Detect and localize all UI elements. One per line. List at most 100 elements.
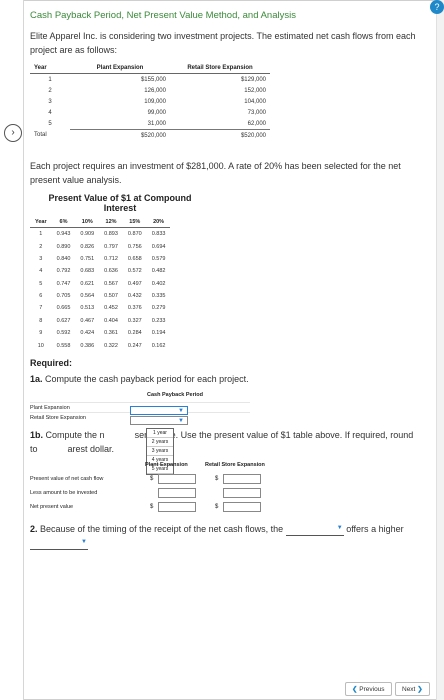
cashflow-cell: 62,000 (170, 118, 270, 130)
pv-cell: 0.361 (104, 330, 118, 337)
pv-cell: 0.840 (56, 255, 71, 262)
problem-content: Cash Payback Period, Net Present Value M… (30, 10, 430, 550)
pv-cell: 0.322 (104, 342, 118, 349)
cashflow-total-row: Total $520,000 $520,000 (30, 129, 270, 141)
cashflow-cell: 31,000 (70, 118, 170, 130)
pv-cell: 0.452 (104, 305, 118, 312)
pv-row: 1 0.943 0.909 0.893 0.870 0.833 (30, 228, 170, 241)
scrollbar[interactable] (436, 0, 444, 700)
pv-cell: 9 (39, 330, 43, 337)
npv-row-pv: Present value of net cash flow $ $ (30, 472, 320, 486)
pv-cell: 10 (37, 342, 44, 349)
npv-col-plant: Plant Expansion (145, 461, 188, 468)
intro-text: Elite Apparel Inc. is considering two in… (30, 31, 416, 55)
payback-header: Cash Payback Period (147, 391, 203, 398)
pv-cell: 0.890 (56, 243, 71, 250)
chevron-down-icon: ▼ (81, 538, 87, 545)
pv-cell: 0.247 (127, 342, 142, 349)
previous-button[interactable]: ❮ Previous (345, 682, 392, 696)
payback-plant-dropdown[interactable]: ▼ (130, 405, 188, 415)
pv-cell: 0.627 (56, 317, 71, 324)
pv-cell: 0.507 (104, 293, 118, 300)
question-1b: 1b. Compute the n sent value. Use the pre… (30, 429, 414, 454)
expand-chevron-right-icon[interactable]: › (4, 124, 22, 142)
pv-cell: 0.497 (127, 280, 142, 287)
pv-cell: 0.683 (80, 268, 95, 275)
pv-cell: 0.233 (151, 317, 166, 324)
plant-npv-input[interactable] (158, 501, 196, 512)
pv-cell: 0.747 (56, 280, 71, 287)
q2-higher-dropdown[interactable]: ▼ (30, 539, 88, 550)
help-badge-icon[interactable]: ? (430, 0, 444, 14)
cashflow-cell: 73,000 (247, 109, 266, 116)
pv-row: 7 0.665 0.513 0.452 0.376 0.279 (30, 302, 170, 314)
next-button[interactable]: Next ❯ (395, 682, 430, 696)
pv-cell: 2 (39, 243, 43, 250)
npv-col-retail: Retail Store Expansion (205, 461, 265, 468)
option-2-years[interactable]: 2 years (147, 438, 173, 447)
pv-cell: 0.572 (127, 268, 142, 275)
pv-cell: 0.592 (56, 330, 71, 337)
pv-cell: 0.833 (151, 231, 166, 238)
pv-cell: 0.279 (151, 305, 166, 312)
cashflow-cell: 3 (48, 98, 52, 105)
pv-row: 10 0.558 0.386 0.322 0.247 0.162 (30, 339, 170, 351)
cashflow-cell: 5 (48, 120, 52, 127)
pv-cell: 0.386 (80, 342, 95, 349)
pv-header-cell: 6% (51, 217, 76, 228)
option-1-year[interactable]: 1 year (147, 429, 173, 438)
pv-table: Year 6% 10% 12% 15% 20% 1 0.943 0.909 0.893 0.870… (30, 217, 171, 352)
pv-row: 2 0.890 0.826 0.797 0.756 0.694 (30, 240, 170, 252)
pv-cell: 0.658 (127, 255, 142, 262)
pv-cell: 0.402 (151, 280, 166, 287)
pv-cell: 0.797 (104, 243, 118, 250)
pv-cell: 6 (39, 293, 43, 300)
pv-cell: 0.432 (127, 293, 142, 300)
pv-cell: 7 (39, 305, 43, 312)
retail-pv-input[interactable] (223, 473, 261, 484)
pv-header-cell: 15% (122, 217, 147, 228)
chevron-right-icon: ❯ (417, 686, 423, 693)
cashflow-row: 4 99,000 73,000 (30, 107, 270, 118)
col-plant: Plant Expansion (70, 63, 170, 74)
cashflow-cell: 4 (48, 109, 52, 116)
pv-cell: 0.424 (80, 330, 95, 337)
payback-table: Cash Payback Period Plant Expansion Reta… (30, 391, 250, 475)
payback-retail-dropdown[interactable]: ▼ (130, 415, 188, 425)
retail-npv-input[interactable] (223, 501, 261, 512)
cashflow-cell: 99,000 (147, 109, 166, 116)
pv-cell: 0.564 (80, 293, 95, 300)
pv-cell: 0.870 (127, 231, 142, 238)
question-1a: 1a. Compute the cash payback period for … (30, 373, 249, 384)
plant-invest-input[interactable] (158, 487, 196, 498)
cashflow-table: Year Plant Expansion Retail Store Expans… (30, 63, 270, 141)
pv-cell: 0.404 (104, 317, 118, 324)
npv-table: Plant Expansion Retail Store Expansion P… (30, 462, 320, 514)
pv-cell: 0.756 (127, 243, 142, 250)
option-3-years[interactable]: 3 years (147, 447, 173, 456)
cashflow-total-cell: $520,000 (170, 129, 270, 141)
chevron-left-icon: ❮ (352, 686, 358, 693)
cashflow-row: 3 109,000 104,000 (30, 96, 270, 107)
q2-project-dropdown[interactable]: ▼ (285, 525, 344, 536)
pv-cell: 0.376 (127, 305, 142, 312)
pv-row: 6 0.705 0.564 0.507 0.432 0.335 (30, 290, 170, 302)
pv-cell: 0.636 (104, 268, 118, 275)
plant-pv-input[interactable] (158, 473, 196, 484)
pv-cell: 0.335 (151, 293, 166, 300)
retail-invest-input[interactable] (223, 487, 261, 498)
cashflow-row: 5 31,000 62,000 (30, 118, 270, 130)
pv-row: 4 0.792 0.683 0.636 0.572 0.482 (30, 265, 170, 277)
pv-cell: 3 (39, 255, 43, 262)
required-label: Required: (30, 357, 73, 368)
pv-row: 8 0.627 0.467 0.404 0.327 0.233 (30, 315, 170, 327)
cashflow-total-cell: $520,000 (70, 129, 170, 141)
npv-row-net: Net present value $ $ (30, 500, 320, 514)
pv-cell: 0.513 (80, 305, 95, 312)
pv-header-cell: 20% (146, 217, 171, 228)
pv-cell: 0.621 (80, 280, 95, 287)
pv-cell: 8 (39, 317, 43, 324)
cashflow-cell: 1 (48, 76, 52, 83)
pv-cell: 0.665 (56, 305, 71, 312)
chevron-down-icon: ▼ (178, 407, 184, 414)
